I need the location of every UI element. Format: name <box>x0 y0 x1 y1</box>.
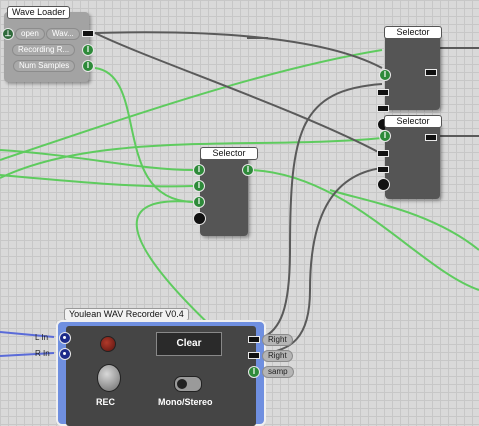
mono-stereo-toggle[interactable] <box>174 376 202 392</box>
right-label-1: Right <box>262 334 293 346</box>
selector-center-title[interactable]: Selector <box>200 147 258 160</box>
r-in-pin[interactable] <box>59 348 71 360</box>
l-in-label: L In <box>35 333 49 342</box>
gray-wire <box>261 83 383 339</box>
rec-toggle-switch[interactable] <box>97 364 121 392</box>
selector-center-input-2[interactable]: I <box>193 180 205 192</box>
green-wire <box>0 174 194 188</box>
selector-top-input-1[interactable]: I <box>379 69 391 81</box>
right-output-pin-2[interactable] <box>248 352 260 359</box>
right-output-pin-1[interactable] <box>248 336 260 343</box>
open-input-pin[interactable]: ⊥ <box>2 28 14 40</box>
gray-wire <box>94 32 383 155</box>
selector-top-module[interactable]: Selector I <box>377 25 447 131</box>
selector-center-input-3[interactable]: I <box>193 196 205 208</box>
selector-center-input-1[interactable]: I <box>193 164 205 176</box>
wav-output-pin[interactable] <box>82 30 94 37</box>
rec-label: REC <box>96 397 116 407</box>
l-in-pin[interactable] <box>59 332 71 344</box>
toggle-knob <box>177 379 187 389</box>
selector-top-input-3[interactable] <box>377 105 389 112</box>
selector-mid-output[interactable] <box>425 134 437 141</box>
rec-indicator-led <box>100 336 116 352</box>
open-label: open <box>15 28 45 40</box>
selector-mid-select-pin[interactable] <box>377 178 390 191</box>
num-samples-label: Num Samples <box>13 60 76 72</box>
green-wire <box>0 149 194 171</box>
gray-wire <box>94 31 383 69</box>
mono-stereo-label: Mono/Stereo <box>158 397 213 407</box>
right-label-2: Right <box>262 350 293 362</box>
recording-label: Recording R... <box>12 44 76 56</box>
r-in-label: R In <box>35 349 50 358</box>
selector-mid-module[interactable]: Selector I <box>377 114 447 204</box>
selector-mid-title[interactable]: Selector <box>384 115 442 128</box>
selector-mid-input-2[interactable] <box>377 150 389 157</box>
num-samples-pin[interactable]: I <box>82 60 94 72</box>
clear-button[interactable]: Clear <box>156 332 222 356</box>
wave-loader-module[interactable]: Wave Loader ⊥ open Wav... Recording R...… <box>0 0 110 85</box>
selector-center-select-pin[interactable] <box>193 212 206 225</box>
wav-label: Wav... <box>46 28 80 40</box>
samp-output-pin[interactable]: I <box>248 366 260 378</box>
selector-mid-input-3[interactable] <box>377 166 389 173</box>
wave-loader-title[interactable]: Wave Loader <box>7 6 71 19</box>
selector-top-output[interactable] <box>425 69 437 76</box>
recording-input-pin[interactable]: I <box>82 44 94 56</box>
recorder-module[interactable]: Youlean WAV Recorder V0.4 L In R In Clea… <box>30 306 310 426</box>
selector-top-input-2[interactable] <box>377 89 389 96</box>
selector-center-output[interactable]: I <box>242 164 254 176</box>
green-wire <box>94 67 194 203</box>
selector-center-body[interactable] <box>200 154 248 236</box>
samp-label: samp <box>262 366 294 378</box>
selector-top-title[interactable]: Selector <box>384 26 442 39</box>
selector-mid-input-1[interactable]: I <box>379 130 391 142</box>
selector-center-module[interactable]: Selector I I I I <box>190 146 260 238</box>
